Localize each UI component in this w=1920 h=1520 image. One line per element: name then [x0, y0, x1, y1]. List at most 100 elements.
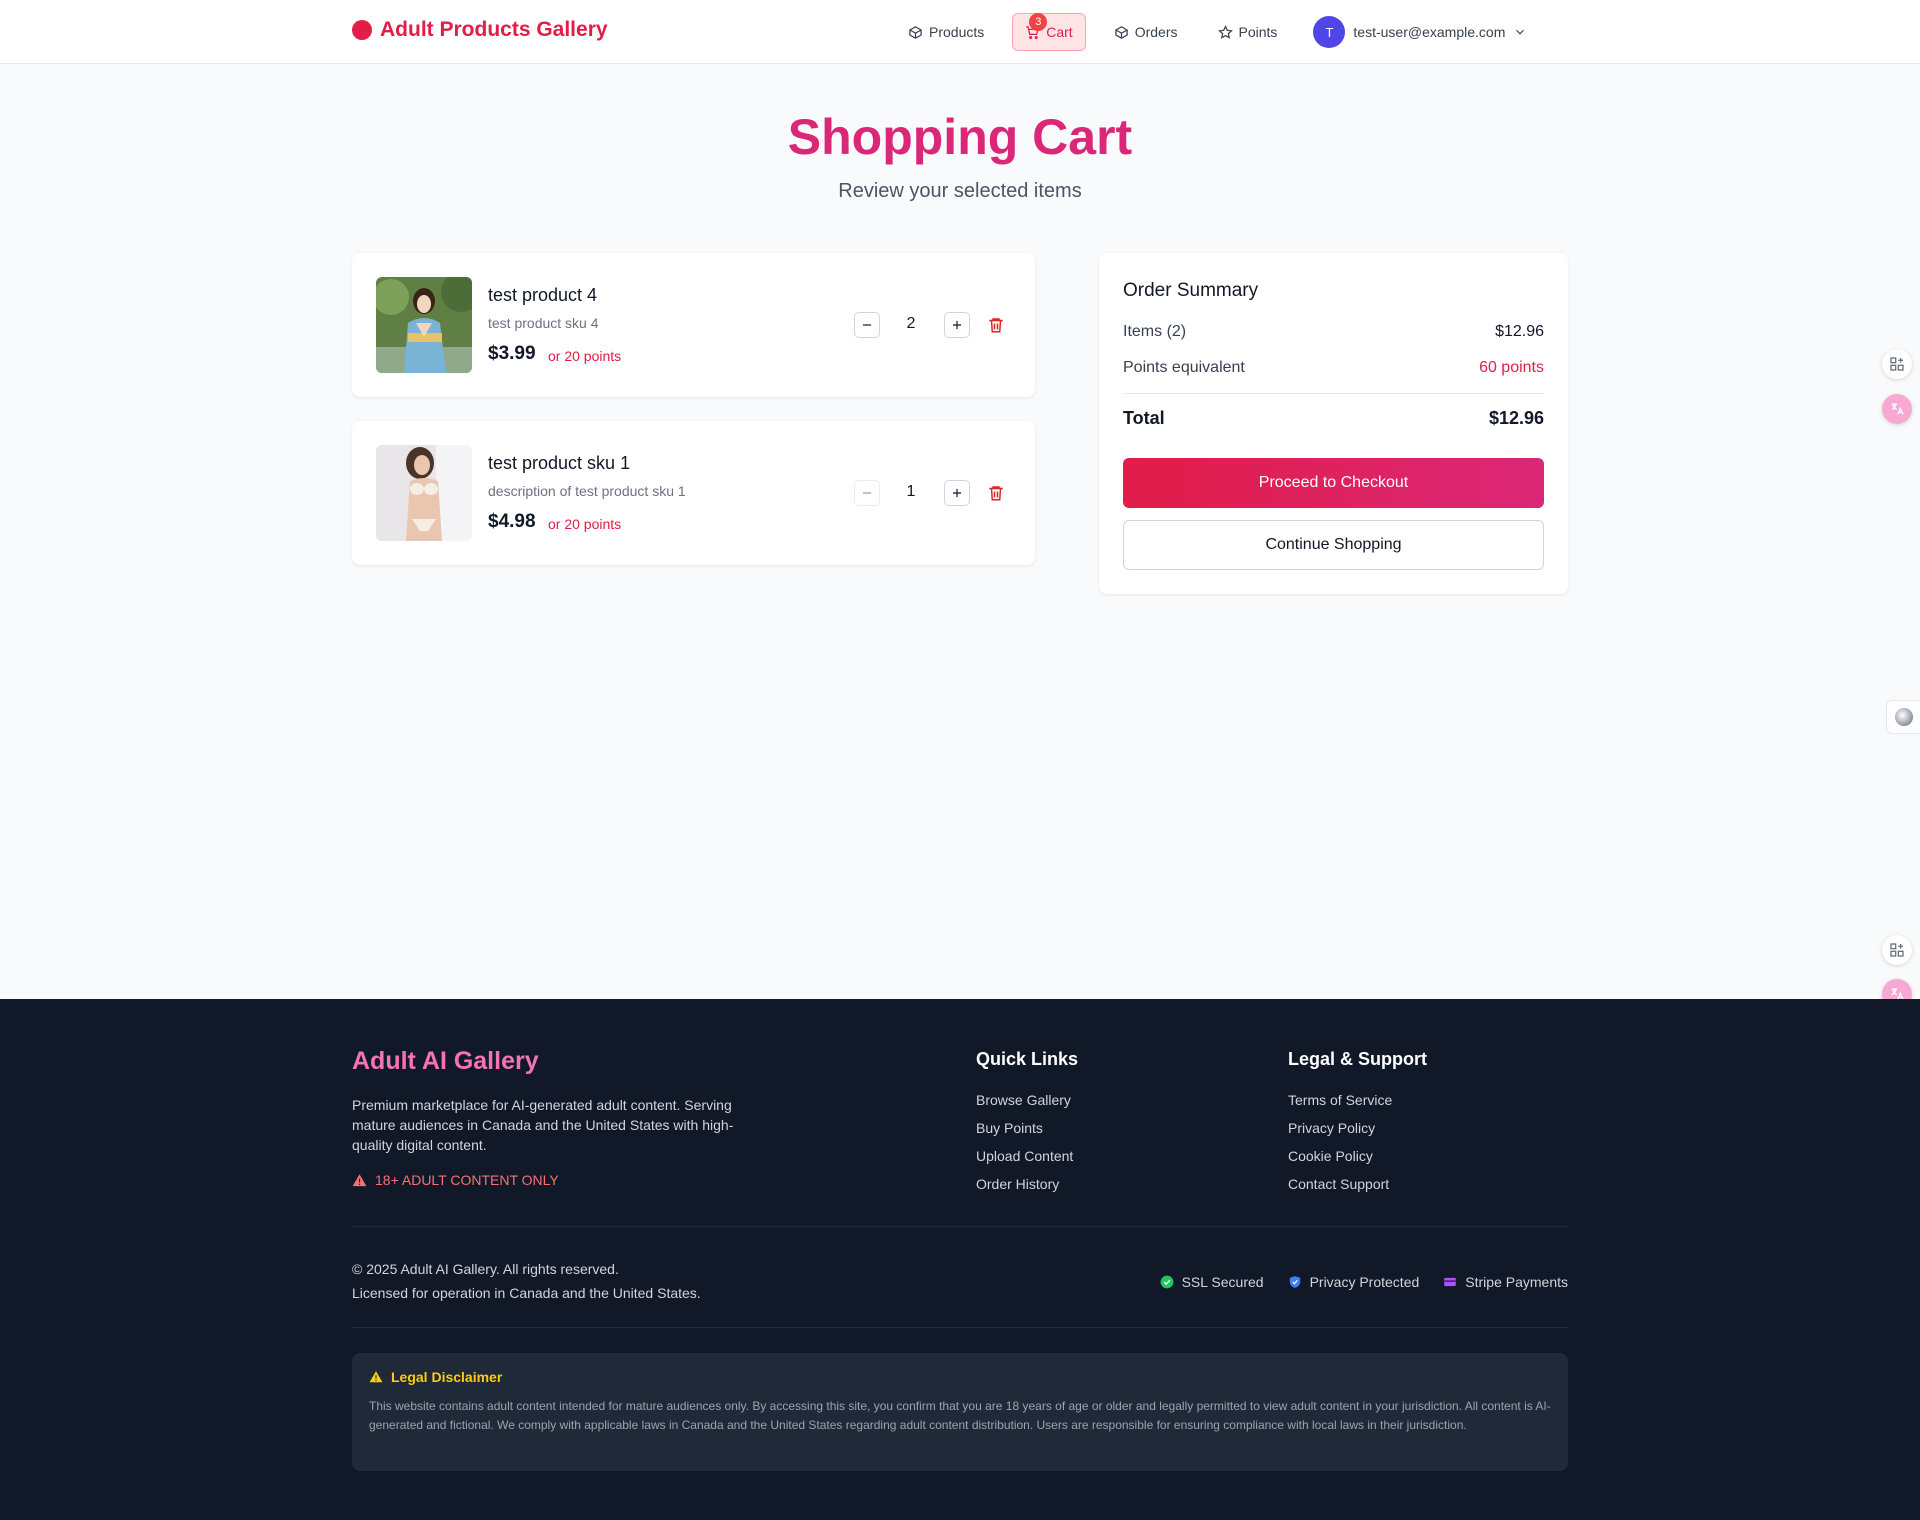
ssl-badge-label: SSL Secured	[1181, 1274, 1264, 1290]
increase-quantity-button[interactable]	[944, 312, 970, 338]
total-value: $12.96	[1488, 408, 1544, 428]
age-warning: 18+ ADULT CONTENT ONLY	[352, 1172, 559, 1188]
stripe-badge: Stripe Payments	[1443, 1274, 1568, 1290]
nav-points[interactable]: Points	[1206, 13, 1290, 51]
brand-dot-icon	[352, 20, 372, 40]
nav-cart-label: Cart	[1046, 24, 1073, 40]
product-image[interactable]	[376, 445, 472, 541]
main-nav: Products Cart 3 Orders Points T test-use…	[896, 13, 1527, 51]
trash-icon[interactable]	[987, 483, 1005, 503]
legal-support-title: Legal & Support	[1288, 1049, 1427, 1069]
translate-widget[interactable]	[1882, 394, 1912, 424]
item-price: $4.98	[488, 511, 536, 532]
user-menu[interactable]: T test-user@example.com	[1313, 16, 1527, 48]
warning-icon	[352, 1173, 367, 1186]
nav-cart[interactable]: Cart 3	[1012, 13, 1086, 51]
trash-icon[interactable]	[987, 315, 1005, 335]
apps-widget[interactable]	[1882, 935, 1912, 965]
box-icon	[1114, 25, 1128, 39]
apps-icon	[1890, 357, 1904, 371]
minus-icon	[862, 492, 872, 494]
continue-shopping-button[interactable]: Continue Shopping	[1123, 520, 1544, 570]
avatar: T	[1313, 16, 1346, 48]
increase-quantity-button[interactable]	[944, 480, 970, 506]
shield-icon	[1289, 1276, 1300, 1288]
footer: Adult AI Gallery Premium marketplace for…	[0, 999, 1920, 1520]
apps-icon	[1890, 943, 1904, 957]
link-cookie[interactable]: Cookie Policy	[1288, 1148, 1373, 1164]
plus-icon	[952, 488, 962, 498]
items-value: $12.96	[1495, 323, 1544, 340]
cart-item: test product sku 1 description of test p…	[352, 421, 1035, 565]
copyright: © 2025 Adult AI Gallery. All rights rese…	[352, 1261, 619, 1277]
disclaimer-title: Legal Disclaimer	[369, 1369, 502, 1385]
plus-icon	[952, 320, 962, 330]
item-price: $3.99	[488, 343, 536, 364]
link-browse-gallery[interactable]: Browse Gallery	[976, 1092, 1071, 1108]
translate-icon	[1891, 403, 1904, 415]
link-order-history[interactable]: Order History	[976, 1176, 1059, 1192]
disclaimer-text: This website contains adult content inte…	[369, 1399, 1551, 1432]
item-description: description of test product sku 1	[488, 483, 686, 499]
quantity-value: 1	[906, 483, 916, 500]
brand-name: Adult Products Gallery	[380, 18, 608, 41]
points-value: 60 points	[1479, 359, 1544, 376]
credit-card-icon	[1444, 1277, 1457, 1287]
item-name[interactable]: test product 4	[488, 285, 597, 306]
nav-products[interactable]: Products	[896, 13, 996, 51]
ssl-badge: SSL Secured	[1160, 1274, 1264, 1290]
age-warning-text: 18+ ADULT CONTENT ONLY	[375, 1172, 559, 1188]
decrease-quantity-button[interactable]	[854, 480, 880, 506]
page-subtitle: Review your selected items	[838, 180, 1082, 202]
quantity-value: 2	[906, 315, 916, 332]
total-row: Total $12.96	[1123, 408, 1544, 429]
footer-divider	[352, 1226, 1568, 1227]
page-title: Shopping Cart	[787, 109, 1133, 165]
top-navbar: Adult Products Gallery Products Cart 3 O…	[0, 0, 1920, 64]
nav-products-label: Products	[929, 24, 985, 40]
item-name[interactable]: test product sku 1	[488, 453, 630, 474]
license-text: Licensed for operation in Canada and the…	[352, 1285, 701, 1301]
footer-divider	[352, 1327, 1568, 1328]
items-label: Items (2)	[1123, 323, 1187, 340]
product-image[interactable]	[376, 277, 472, 373]
link-terms[interactable]: Terms of Service	[1288, 1092, 1392, 1108]
item-points: or 20 points	[548, 348, 622, 364]
item-points: or 20 points	[548, 516, 622, 532]
legal-disclaimer: Legal Disclaimer This website contains a…	[352, 1353, 1568, 1471]
total-label: Total	[1123, 408, 1165, 428]
kimono-woman-photo	[376, 277, 472, 373]
nav-orders-label: Orders	[1134, 24, 1178, 40]
privacy-badge: Privacy Protected	[1288, 1274, 1420, 1290]
checkout-button[interactable]: Proceed to Checkout	[1123, 458, 1544, 508]
check-circle-icon	[1160, 1275, 1173, 1289]
disclaimer-title-text: Legal Disclaimer	[391, 1369, 503, 1385]
minus-icon	[862, 324, 872, 326]
lingerie-woman-photo	[376, 445, 472, 541]
apps-widget[interactable]	[1882, 349, 1912, 379]
privacy-badge-label: Privacy Protected	[1309, 1274, 1420, 1290]
chevron-down-icon	[1516, 29, 1525, 35]
nav-points-label: Points	[1238, 24, 1278, 40]
brand-logo[interactable]: Adult Products Gallery	[352, 18, 608, 42]
points-row: Points equivalent 60 points	[1123, 359, 1544, 377]
item-description: test product sku 4	[488, 315, 599, 331]
footer-brand: Adult AI Gallery	[352, 1047, 539, 1075]
footer-description: Premium marketplace for AI-generated adu…	[352, 1097, 734, 1153]
link-upload-content[interactable]: Upload Content	[976, 1148, 1073, 1164]
decrease-quantity-button[interactable]	[854, 312, 880, 338]
user-email: test-user@example.com	[1353, 24, 1506, 40]
link-buy-points[interactable]: Buy Points	[976, 1120, 1043, 1136]
items-row: Items (2) $12.96	[1123, 323, 1544, 341]
nav-orders[interactable]: Orders	[1102, 13, 1190, 51]
cart-count-badge: 3	[1029, 13, 1048, 31]
trust-badges: SSL Secured Privacy Protected Stripe Pay…	[1160, 1274, 1568, 1290]
orb-icon	[1894, 708, 1913, 726]
floating-ball-widget[interactable]	[1886, 700, 1920, 734]
link-privacy[interactable]: Privacy Policy	[1288, 1120, 1375, 1136]
link-contact-support[interactable]: Contact Support	[1288, 1176, 1389, 1192]
warning-icon	[369, 1371, 383, 1383]
box-icon	[909, 25, 922, 39]
cart-item: test product 4 test product sku 4 $3.99 …	[352, 253, 1035, 397]
summary-divider	[1123, 393, 1544, 394]
